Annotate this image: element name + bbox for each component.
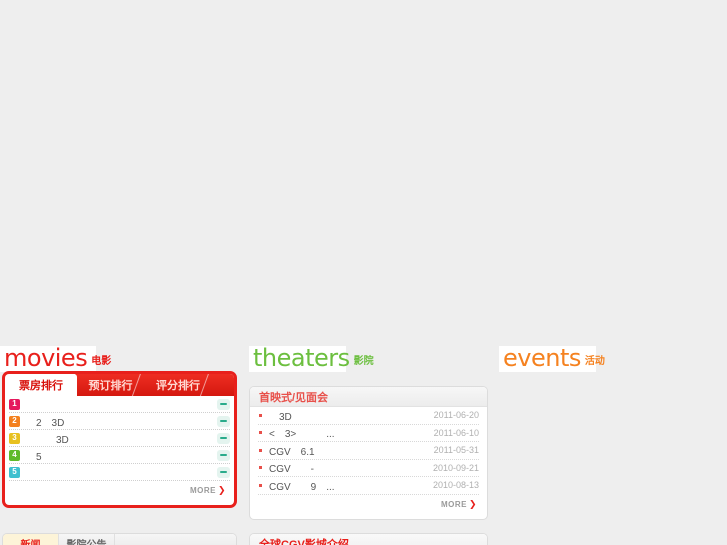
list-item[interactable]: CGV 9 ... 2010-08-13 (258, 477, 479, 495)
movies-more-link[interactable]: MORE ❯ (9, 481, 230, 500)
tab-rating-ranking[interactable]: 评分排行 (144, 374, 212, 396)
tab-bar-filler (115, 534, 236, 545)
list-item[interactable]: < 3> ... 2011-06-10 (258, 425, 479, 442)
tab-theater-notice-label: 影院公告 (66, 539, 107, 545)
theaters-section-logo: theaters 影院 (249, 346, 374, 372)
rank-badge: 4 (9, 449, 20, 461)
event-date: 2010-09-21 (432, 462, 479, 473)
chevron-right-icon: ❯ (217, 485, 226, 495)
movies-section-logo: movies 电影 (0, 344, 111, 372)
news-panel: 新闻 影院公告 (2, 533, 237, 545)
rank-badge: 1 (9, 398, 20, 410)
movies-ranking-panel: 票房排行 预订排行 评分排行 1 2 2 3D 3 3D 4 5 5 MORE … (2, 371, 237, 508)
bullet-icon (259, 413, 262, 417)
page-root: movies 电影 theaters 影院 events 活动 票房排行 预订排… (0, 0, 727, 545)
rank-badge: 2 (9, 415, 20, 427)
tab-booking-ranking[interactable]: 预订排行 (77, 374, 144, 396)
event-title: 3D (269, 411, 292, 423)
event-title: CGV 9 ... (269, 481, 335, 493)
movie-title: 5 (26, 451, 42, 463)
theaters-logo-word: theaters (253, 344, 350, 372)
events-logo-word: events (503, 344, 581, 372)
trend-flat-icon (217, 415, 230, 427)
theaters-event-list: 3D 2011-06-20 < 3> ... 2011-06-10 CGV 6.… (250, 407, 487, 515)
list-item[interactable]: 1 (9, 396, 230, 413)
trend-flat-icon (217, 466, 230, 478)
bullet-icon (259, 448, 262, 452)
bullet-icon (259, 483, 262, 487)
bullet-icon (259, 466, 262, 470)
movies-logo-word: movies (4, 344, 88, 372)
list-item[interactable]: 2 2 3D (9, 413, 230, 430)
tab-theater-notice[interactable]: 影院公告 (59, 534, 115, 545)
theaters-more-label: MORE (440, 500, 467, 509)
cgv-intro-panel-title: 全球CGV影城介绍 (250, 534, 487, 545)
trend-flat-icon (217, 449, 230, 461)
theaters-panel-title: 首映式/见面会 (250, 387, 487, 407)
movies-logo-cn-label: 电影 (91, 356, 112, 367)
cgv-intro-panel: 全球CGV影城介绍 (249, 533, 488, 545)
event-date: 2011-06-20 (433, 410, 479, 421)
theaters-more-link[interactable]: MORE ❯ (258, 495, 479, 515)
bullet-icon (259, 431, 262, 435)
trend-flat-icon (217, 398, 230, 410)
event-date: 2011-06-10 (433, 427, 479, 438)
event-title: < 3> ... (269, 429, 335, 441)
movie-title: 3D (26, 434, 69, 446)
list-item[interactable]: 3D 2011-06-20 (258, 407, 479, 425)
event-title: CGV 6.1 (269, 446, 315, 458)
tab-news-label: 新闻 (20, 539, 41, 545)
event-title: CGV - (269, 464, 314, 476)
list-item[interactable]: CGV - 2010-09-21 (258, 460, 479, 477)
trend-flat-icon (217, 432, 230, 444)
tab-boxoffice-ranking[interactable]: 票房排行 (5, 374, 77, 396)
movies-ranking-list: 1 2 2 3D 3 3D 4 5 5 MORE ❯ (5, 396, 234, 500)
chevron-right-icon: ❯ (468, 499, 477, 509)
tab-rating-ranking-label: 评分排行 (156, 380, 200, 392)
events-logo-cn-label: 活动 (584, 356, 605, 367)
tab-news[interactable]: 新闻 (3, 534, 59, 545)
tab-booking-ranking-label: 预订排行 (88, 380, 133, 392)
movies-more-label: MORE (189, 486, 216, 495)
list-item[interactable]: 4 5 (9, 447, 230, 464)
theaters-events-panel: 首映式/见面会 3D 2011-06-20 < 3> ... 2011-06-1… (249, 386, 488, 520)
movies-tab-bar: 票房排行 预订排行 评分排行 (5, 374, 234, 396)
list-item[interactable]: 3 3D (9, 430, 230, 447)
event-date: 2011-05-31 (433, 445, 479, 456)
tab-boxoffice-ranking-label: 票房排行 (19, 380, 63, 392)
list-item[interactable]: CGV 6.1 2011-05-31 (258, 442, 479, 460)
tab-divider-icon (205, 374, 219, 396)
events-section-logo: events 活动 (499, 344, 605, 372)
theaters-logo-cn-label: 影院 (353, 356, 374, 367)
rank-badge: 5 (9, 466, 20, 478)
rank-badge: 3 (9, 432, 20, 444)
list-item[interactable]: 5 (9, 464, 230, 481)
event-date: 2010-08-13 (432, 480, 479, 491)
movie-title: 2 3D (26, 417, 65, 429)
news-tab-bar: 新闻 影院公告 (3, 534, 236, 545)
